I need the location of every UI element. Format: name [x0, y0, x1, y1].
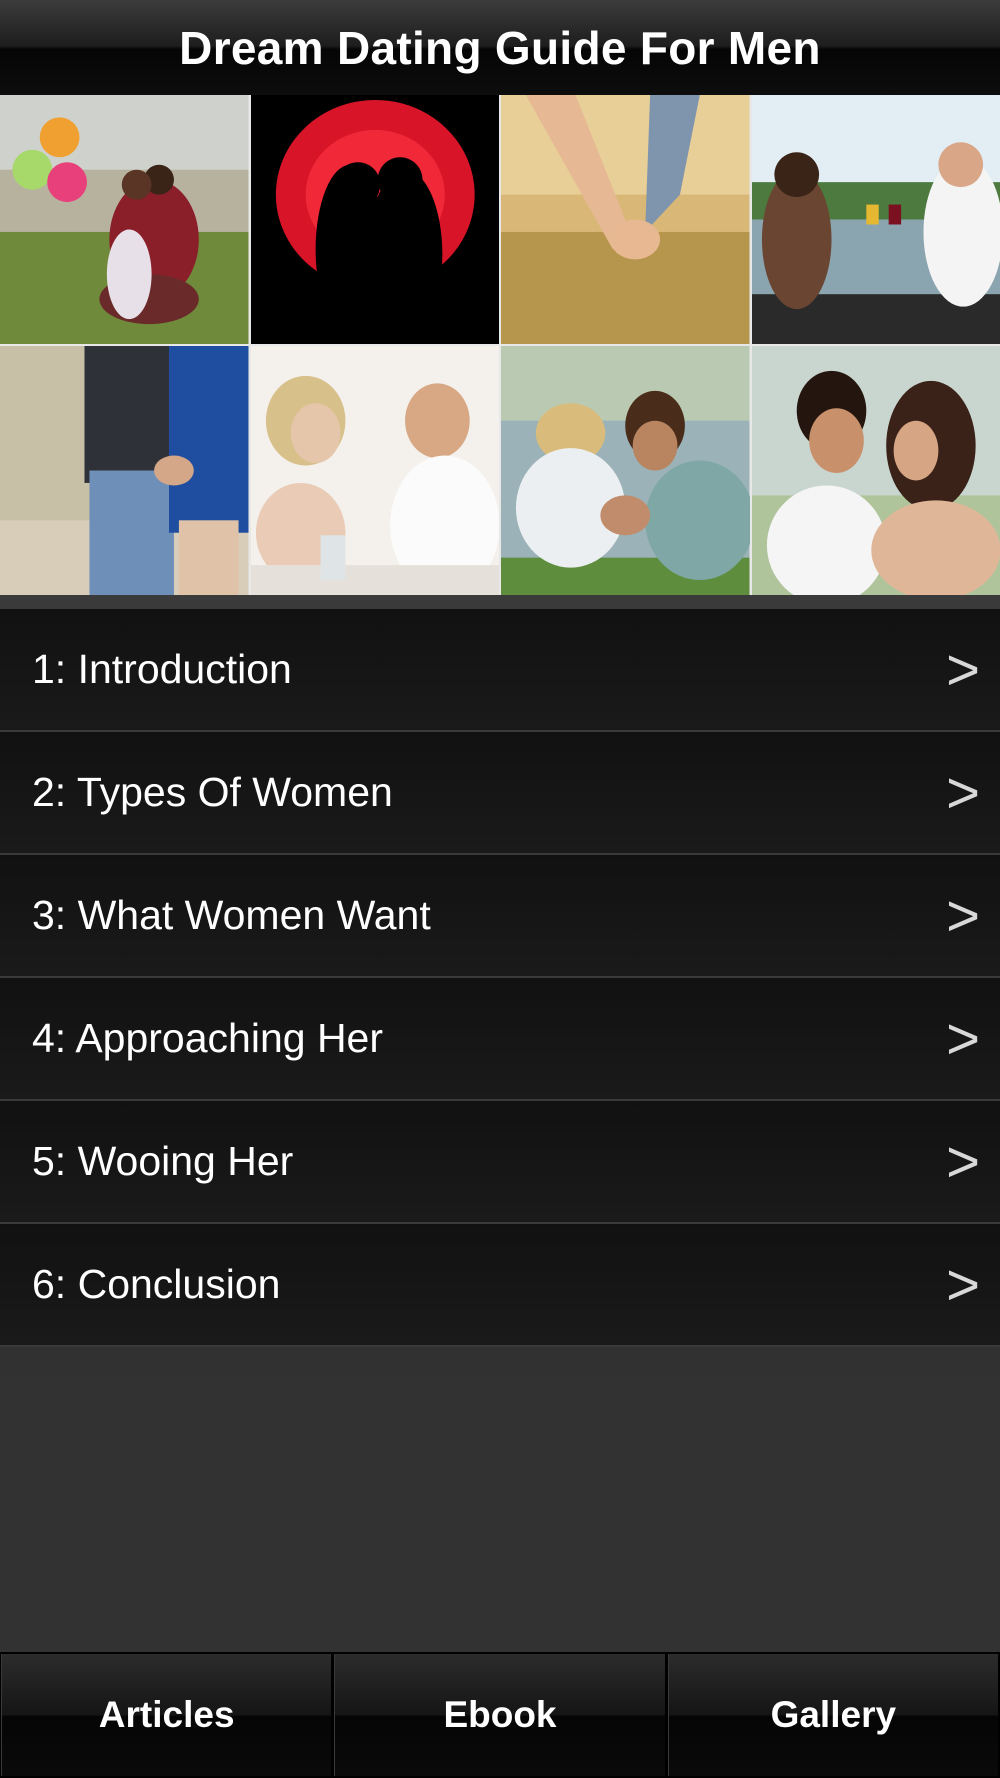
chapter-item-what-women-want[interactable]: 3: What Women Want >: [0, 855, 1000, 978]
chapter-label: 1: Introduction: [32, 646, 292, 692]
chevron-right-icon: >: [946, 760, 980, 825]
tab-label: Articles: [98, 1694, 235, 1735]
tab-articles[interactable]: Articles: [1, 1654, 333, 1776]
tab-gallery[interactable]: Gallery: [667, 1654, 999, 1776]
chevron-right-icon: >: [946, 637, 980, 702]
tab-ebook[interactable]: Ebook: [334, 1654, 666, 1776]
photo-silhouette-kiss-red-heart: [250, 95, 499, 344]
app-screen: Dream Dating Guide For Men 1: Introducti…: [0, 0, 1000, 1778]
chapter-label: 3: What Women Want: [32, 892, 431, 938]
chapter-item-conclusion[interactable]: 6: Conclusion >: [0, 1224, 1000, 1347]
photo-couple-with-balloons: [0, 95, 249, 344]
photo-couple-lying-on-grass: [501, 346, 750, 595]
chapter-item-wooing-her[interactable]: 5: Wooing Her >: [0, 1101, 1000, 1224]
tab-label: Ebook: [443, 1694, 557, 1735]
chapter-label: 4: Approaching Her: [32, 1015, 384, 1061]
photo-couple-holding-hands-behind: [0, 346, 249, 595]
chapter-label: 5: Wooing Her: [32, 1138, 294, 1184]
separator-strip: [0, 595, 1000, 609]
chevron-right-icon: >: [946, 1252, 980, 1317]
chapter-item-introduction[interactable]: 1: Introduction >: [0, 609, 1000, 732]
chevron-right-icon: >: [946, 1006, 980, 1071]
chevron-right-icon: >: [946, 1129, 980, 1194]
chapter-item-approaching-her[interactable]: 4: Approaching Her >: [0, 978, 1000, 1101]
photo-couple-talking-at-table: [250, 346, 499, 595]
photo-couple-toasting-wine: [751, 95, 1000, 344]
tab-bar: Articles Ebook Gallery: [0, 1652, 1000, 1778]
title-bar: Dream Dating Guide For Men: [0, 0, 1000, 96]
chapter-item-types-of-women[interactable]: 2: Types Of Women >: [0, 732, 1000, 855]
photo-collage: [0, 95, 1000, 595]
photo-holding-hands-field: [501, 95, 750, 344]
page-title: Dream Dating Guide For Men: [179, 21, 821, 74]
chapter-label: 6: Conclusion: [32, 1261, 281, 1307]
photo-couple-forehead-touch: [751, 346, 1000, 595]
chevron-right-icon: >: [946, 883, 980, 948]
tab-label: Gallery: [770, 1694, 897, 1735]
chapter-label: 2: Types Of Women: [32, 769, 393, 815]
chapter-list: 1: Introduction > 2: Types Of Women > 3:…: [0, 609, 1000, 1347]
